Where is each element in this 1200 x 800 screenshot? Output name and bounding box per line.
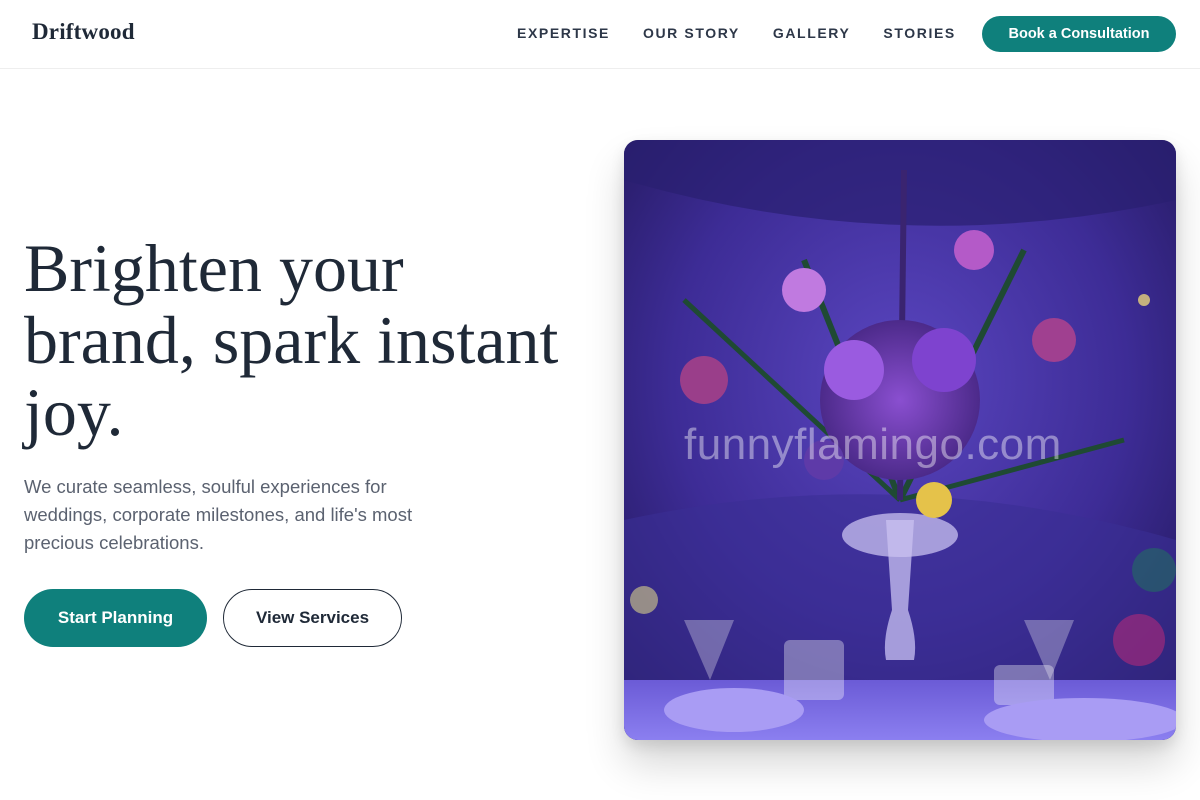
- nav-expertise[interactable]: EXPERTISE: [517, 25, 610, 41]
- view-services-button[interactable]: View Services: [223, 589, 402, 647]
- site-header: Driftwood EXPERTISE OUR STORY GALLERY ST…: [0, 0, 1200, 69]
- main-nav: EXPERTISE OUR STORY GALLERY STORIES: [517, 25, 989, 41]
- nav-our-story[interactable]: OUR STORY: [643, 25, 740, 41]
- hero-image: funnyflamingo.com: [624, 140, 1176, 740]
- brand-logo[interactable]: Driftwood: [32, 19, 135, 45]
- book-consultation-button[interactable]: Book a Consultation: [982, 16, 1176, 52]
- nav-gallery[interactable]: GALLERY: [773, 25, 851, 41]
- image-watermark: funnyflamingo.com: [684, 420, 1062, 469]
- start-planning-button[interactable]: Start Planning: [24, 589, 207, 647]
- nav-stories[interactable]: STORIES: [883, 25, 955, 41]
- hero-title: Brighten your brand, spark instant joy.: [24, 230, 559, 450]
- hero-subtitle: We curate seamless, soulful experiences …: [24, 476, 413, 553]
